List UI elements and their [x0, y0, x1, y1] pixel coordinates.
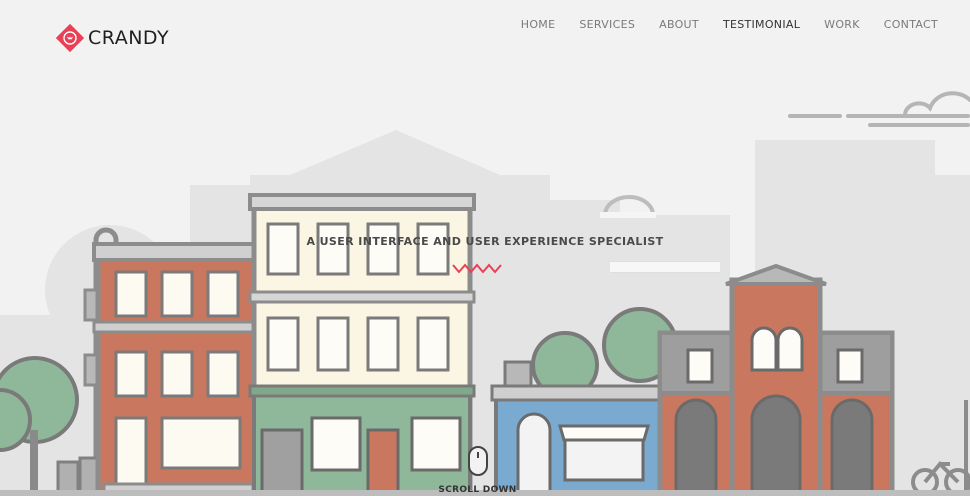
nav-services[interactable]: SERVICES [579, 18, 635, 32]
scroll-down-label: SCROLL DOWN [438, 485, 517, 495]
nav-contact[interactable]: CONTACT [884, 18, 938, 32]
hero-tagline: A USER INTERFACE AND USER EXPERIENCE SPE… [306, 235, 664, 248]
nav-work[interactable]: WORK [824, 18, 860, 32]
brand-logo[interactable]: CRANDY [54, 22, 169, 54]
nav-home[interactable]: HOME [521, 18, 556, 32]
zigzag-divider-icon [452, 263, 502, 274]
site-header: CRANDY HOME SERVICES ABOUT TESTIMONIAL W… [0, 0, 970, 80]
mouse-icon [467, 446, 488, 476]
nav-testimonial[interactable]: TESTIMONIAL [723, 18, 800, 32]
nav-about[interactable]: ABOUT [659, 18, 699, 32]
brand-name: CRANDY [88, 27, 170, 49]
logo-diamond-icon [54, 22, 86, 54]
scroll-down-button[interactable]: SCROLL DOWN [420, 445, 535, 495]
main-navigation: HOME SERVICES ABOUT TESTIMONIAL WORK CON… [497, 18, 938, 32]
